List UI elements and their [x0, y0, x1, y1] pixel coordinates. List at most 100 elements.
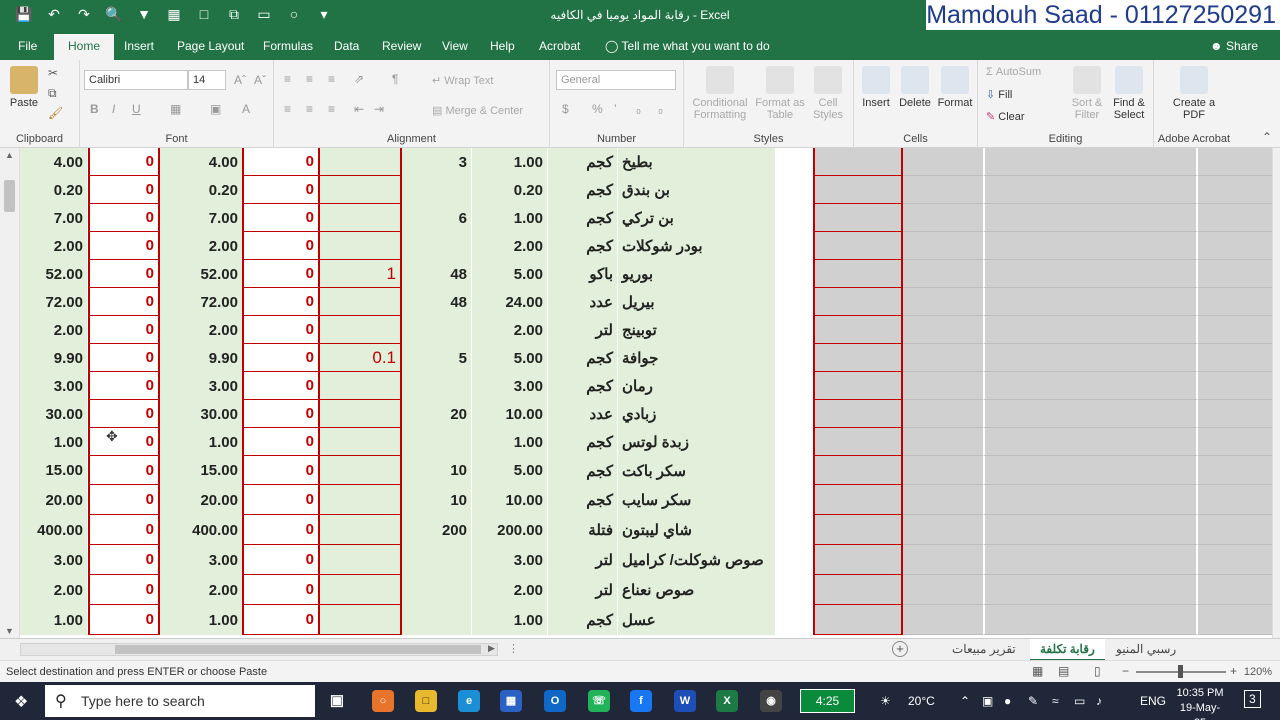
align-bottom-icon[interactable]: ≡ [328, 72, 335, 86]
increase-indent-icon[interactable]: ⇥ [374, 102, 384, 116]
cell-item-name[interactable]: بيريل [618, 288, 775, 316]
empty-cell[interactable] [775, 288, 813, 316]
empty-cell[interactable] [813, 605, 903, 635]
tab-insert[interactable]: Insert [124, 39, 154, 53]
conditional-formatting-button[interactable]: Conditional Formatting [688, 66, 752, 121]
currency-icon[interactable]: $ [562, 102, 569, 116]
cell-waste[interactable] [320, 148, 402, 176]
cell-zero-2[interactable]: 0 [242, 288, 320, 316]
cell-waste[interactable] [320, 485, 402, 515]
empty-cell[interactable] [983, 605, 1198, 635]
bold-icon[interactable]: B [90, 102, 99, 116]
sheet-tab-cost-control[interactable]: رقابة تكلفة [1030, 639, 1105, 661]
cell-item-name[interactable]: بودر شوكلات [618, 232, 775, 260]
format-painter-icon[interactable]: 🖌 [48, 106, 63, 120]
empty-cell[interactable] [1198, 428, 1272, 456]
cell-price[interactable]: 3.00 [472, 372, 548, 400]
find-select-button[interactable]: Find & Select [1108, 66, 1150, 121]
cell-price[interactable]: 10.00 [472, 485, 548, 515]
empty-cell[interactable] [775, 428, 813, 456]
empty-cell[interactable] [813, 316, 903, 344]
comma-icon[interactable]: ’ [614, 102, 617, 116]
empty-cell[interactable] [775, 372, 813, 400]
align-top-icon[interactable]: ≡ [284, 72, 291, 86]
align-middle-icon[interactable]: ≡ [306, 72, 313, 86]
cell-qty[interactable] [402, 232, 472, 260]
cell-zero-1[interactable]: 0 [88, 316, 160, 344]
empty-cell[interactable] [1198, 456, 1272, 485]
empty-cell[interactable] [1198, 515, 1272, 545]
format-as-table-button[interactable]: Format as Table [754, 66, 806, 121]
empty-cell[interactable] [775, 575, 813, 605]
cell-waste[interactable] [320, 545, 402, 575]
empty-cell[interactable] [1198, 232, 1272, 260]
delete-cells-button[interactable]: Delete [896, 66, 934, 109]
split-handle-icon[interactable]: ⋮ [508, 642, 519, 655]
empty-cell[interactable] [813, 428, 903, 456]
cell-value[interactable]: 2.00 [160, 316, 242, 344]
cell-zero-2[interactable]: 0 [242, 148, 320, 176]
cell-item-name[interactable]: بن بندق [618, 176, 775, 204]
empty-cell[interactable] [903, 428, 983, 456]
cell-item-name[interactable]: زبادي [618, 400, 775, 428]
align-right-icon[interactable]: ≡ [328, 102, 335, 116]
sheet-tab-menu-recipes[interactable]: رسبي المنيو [1106, 639, 1186, 661]
cell-price[interactable]: 0.20 [472, 176, 548, 204]
cell-waste[interactable]: 1 [320, 260, 402, 288]
cell-waste[interactable] [320, 232, 402, 260]
vertical-scroll-thumb[interactable] [4, 180, 15, 212]
empty-cell[interactable] [775, 344, 813, 372]
empty-cell[interactable] [813, 575, 903, 605]
cell-value[interactable]: 7.00 [160, 204, 242, 232]
cell-value[interactable]: 400.00 [160, 515, 242, 545]
page-break-view-icon[interactable]: ▯ [1094, 664, 1101, 678]
empty-cell[interactable] [813, 372, 903, 400]
align-left-icon[interactable]: ≡ [284, 102, 291, 116]
cell-total[interactable]: 15.00 [20, 456, 88, 485]
cell-total[interactable]: 72.00 [20, 288, 88, 316]
cell-price[interactable]: 1.00 [472, 605, 548, 635]
empty-cell[interactable] [903, 344, 983, 372]
cell-zero-1[interactable]: 0 [88, 485, 160, 515]
empty-cell[interactable] [903, 575, 983, 605]
cell-value[interactable]: 15.00 [160, 456, 242, 485]
cell-value[interactable]: 2.00 [160, 575, 242, 605]
cell-value[interactable]: 3.00 [160, 545, 242, 575]
cell-total[interactable]: 1.00 [20, 428, 88, 456]
cell-styles-button[interactable]: Cell Styles [808, 66, 848, 121]
system-clock[interactable]: 10:35 PM 19-May-25 [1175, 686, 1225, 720]
cell-total[interactable]: 3.00 [20, 545, 88, 575]
scroll-right-icon[interactable]: ▶ [488, 643, 495, 654]
cell-waste[interactable] [320, 428, 402, 456]
clear-button[interactable]: ✎ Clear [986, 110, 1025, 123]
cell-price[interactable]: 5.00 [472, 456, 548, 485]
store-icon[interactable]: ▦ [500, 690, 522, 712]
cell-zero-2[interactable]: 0 [242, 428, 320, 456]
empty-cell[interactable] [983, 428, 1198, 456]
empty-cell[interactable] [813, 176, 903, 204]
timer-widget[interactable]: 4:25 [800, 689, 855, 713]
empty-cell[interactable] [1198, 176, 1272, 204]
cell-total[interactable]: 52.00 [20, 260, 88, 288]
cell-total[interactable]: 1.00 [20, 605, 88, 635]
cell-zero-2[interactable]: 0 [242, 176, 320, 204]
collapse-ribbon-icon[interactable]: ⌃ [1262, 130, 1272, 144]
cell-unit[interactable]: كجم [548, 176, 618, 204]
empty-cell[interactable] [813, 344, 903, 372]
empty-cell[interactable] [983, 204, 1198, 232]
empty-cell[interactable] [1198, 372, 1272, 400]
cell-price[interactable]: 1.00 [472, 428, 548, 456]
cell-zero-1[interactable]: 0 [88, 456, 160, 485]
empty-cell[interactable] [813, 515, 903, 545]
empty-cell[interactable] [775, 400, 813, 428]
cell-qty[interactable]: 3 [402, 148, 472, 176]
cell-zero-2[interactable]: 0 [242, 400, 320, 428]
volume-icon[interactable]: ♪ [1096, 694, 1102, 708]
cell-unit[interactable]: كجم [548, 485, 618, 515]
empty-cell[interactable] [1198, 545, 1272, 575]
cell-qty[interactable] [402, 575, 472, 605]
cell-qty[interactable]: 48 [402, 288, 472, 316]
empty-cell[interactable] [775, 232, 813, 260]
empty-cell[interactable] [983, 176, 1198, 204]
cell-value[interactable]: 2.00 [160, 232, 242, 260]
